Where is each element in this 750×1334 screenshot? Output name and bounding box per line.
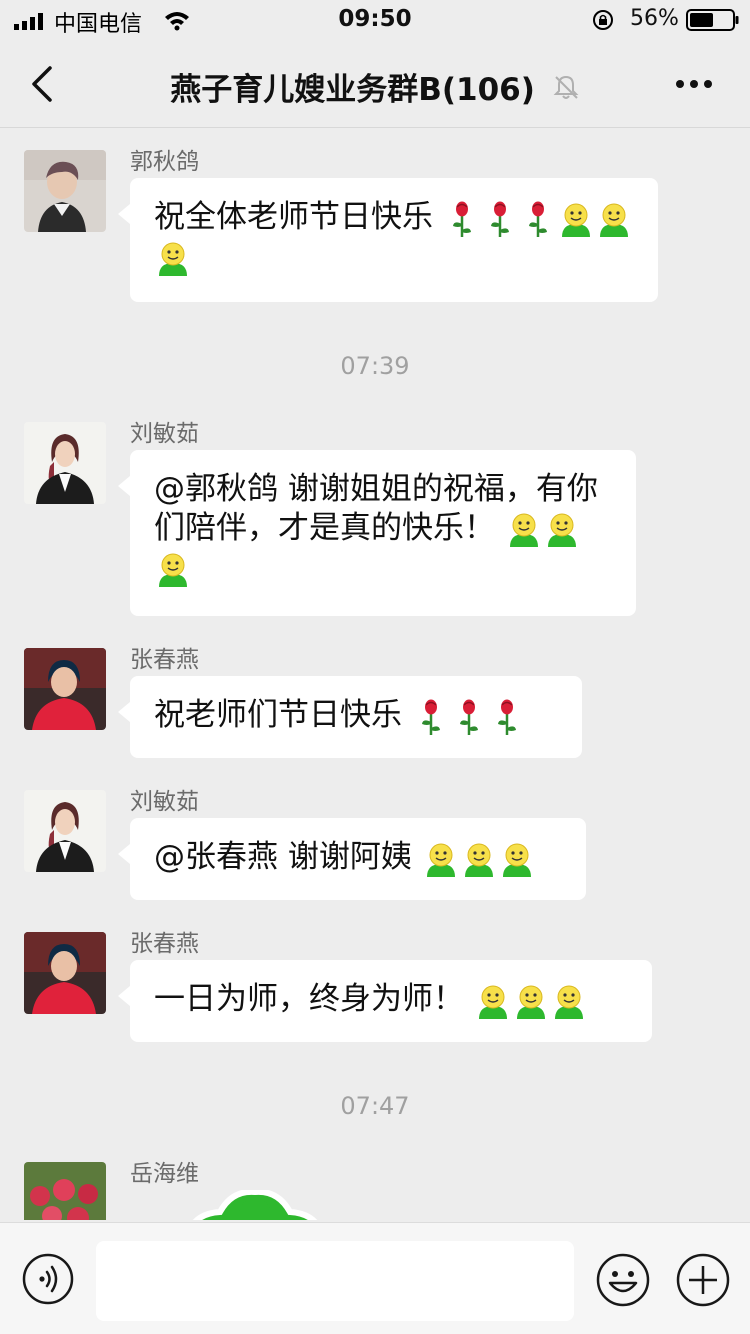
message-bubble[interactable]: @郭秋鸽 谢谢姐姐的祝福，有你们陪伴，才是真的快乐！ bbox=[118, 450, 636, 616]
smiley-icon bbox=[159, 553, 187, 587]
message-item: 张春燕 一日为师，终身为师！ bbox=[0, 924, 750, 1044]
message-input[interactable] bbox=[96, 1241, 574, 1321]
green-sticker[interactable] bbox=[180, 1190, 330, 1220]
message-item: 张春燕 祝老师们节日快乐 bbox=[0, 640, 750, 760]
smiley-icon bbox=[561, 203, 590, 237]
avatar[interactable] bbox=[24, 422, 106, 504]
smiley-icon bbox=[547, 513, 576, 548]
smiley-icon bbox=[554, 985, 583, 1019]
timestamp: 07:47 bbox=[340, 1092, 410, 1120]
input-bar bbox=[0, 1222, 750, 1334]
rose-icon bbox=[459, 699, 478, 735]
message-text: @张春燕 谢谢阿姨 bbox=[154, 839, 412, 875]
message-item: 郭秋鸽 祝全体老师节日快乐 bbox=[0, 142, 750, 312]
rose-icon bbox=[490, 201, 509, 237]
smiley-icon bbox=[478, 985, 507, 1019]
message-text: 祝全体老师节日快乐 bbox=[154, 199, 433, 235]
rose-icon bbox=[528, 201, 547, 237]
rose-icon bbox=[497, 699, 516, 735]
sender-name: 郭秋鸽 bbox=[130, 149, 199, 175]
battery-percent: 56% bbox=[630, 6, 679, 31]
smiley-icon bbox=[599, 203, 628, 237]
message-bubble[interactable]: @张春燕 谢谢阿姨 bbox=[118, 818, 586, 900]
sender-name: 岳海维 bbox=[130, 1161, 199, 1187]
smiley-icon bbox=[426, 843, 455, 877]
message-bubble[interactable]: 祝全体老师节日快乐 bbox=[118, 178, 658, 302]
chat-title: 燕子育儿嫂业务群B(106) bbox=[170, 72, 535, 108]
message-list[interactable]: 郭秋鸽 祝全体老师节日快乐 07:39 刘敏茹 @郭秋鸽 谢谢姐姐的祝福，有你们… bbox=[0, 128, 750, 1220]
avatar[interactable] bbox=[24, 790, 106, 872]
message-bubble[interactable]: 一日为师，终身为师！ bbox=[118, 960, 652, 1042]
voice-icon[interactable] bbox=[22, 1253, 74, 1305]
sender-name: 刘敏茹 bbox=[130, 789, 199, 815]
message-text: 祝老师们节日快乐 bbox=[154, 697, 402, 733]
chat-title-row[interactable]: 燕子育儿嫂业务群B(106) bbox=[0, 64, 750, 109]
smiley-icon bbox=[509, 513, 538, 548]
sender-name: 张春燕 bbox=[130, 647, 199, 673]
rotation-lock-icon bbox=[593, 10, 613, 30]
status-bar: 中国电信 09:50 56% bbox=[0, 0, 750, 40]
message-item: 岳海维 bbox=[0, 1154, 750, 1220]
message-item: 刘敏茹 @张春燕 谢谢阿姨 bbox=[0, 782, 750, 902]
bell-muted-icon bbox=[553, 75, 579, 99]
emoji-icon[interactable] bbox=[596, 1253, 650, 1307]
avatar[interactable] bbox=[24, 932, 106, 1014]
rose-icon bbox=[421, 699, 440, 735]
message-text: 一日为师，终身为师！ bbox=[154, 981, 464, 1017]
message-bubble[interactable]: 祝老师们节日快乐 bbox=[118, 676, 582, 758]
smiley-icon bbox=[464, 843, 493, 877]
timestamp: 07:39 bbox=[340, 352, 410, 380]
plus-circle-icon[interactable] bbox=[676, 1253, 730, 1307]
battery-icon bbox=[686, 9, 739, 31]
sender-name: 刘敏茹 bbox=[130, 421, 199, 447]
rose-icon bbox=[452, 201, 471, 237]
avatar[interactable] bbox=[24, 150, 106, 232]
more-dots-icon[interactable] bbox=[672, 70, 716, 98]
avatar[interactable] bbox=[24, 1162, 106, 1220]
sender-name: 张春燕 bbox=[130, 931, 199, 957]
smiley-icon bbox=[502, 843, 531, 877]
message-item: 刘敏茹 @郭秋鸽 谢谢姐姐的祝福，有你们陪伴，才是真的快乐！ bbox=[0, 414, 750, 616]
chat-header: 燕子育儿嫂业务群B(106) bbox=[0, 40, 750, 128]
smiley-icon bbox=[516, 985, 545, 1019]
smiley-icon bbox=[159, 242, 187, 276]
avatar[interactable] bbox=[24, 648, 106, 730]
